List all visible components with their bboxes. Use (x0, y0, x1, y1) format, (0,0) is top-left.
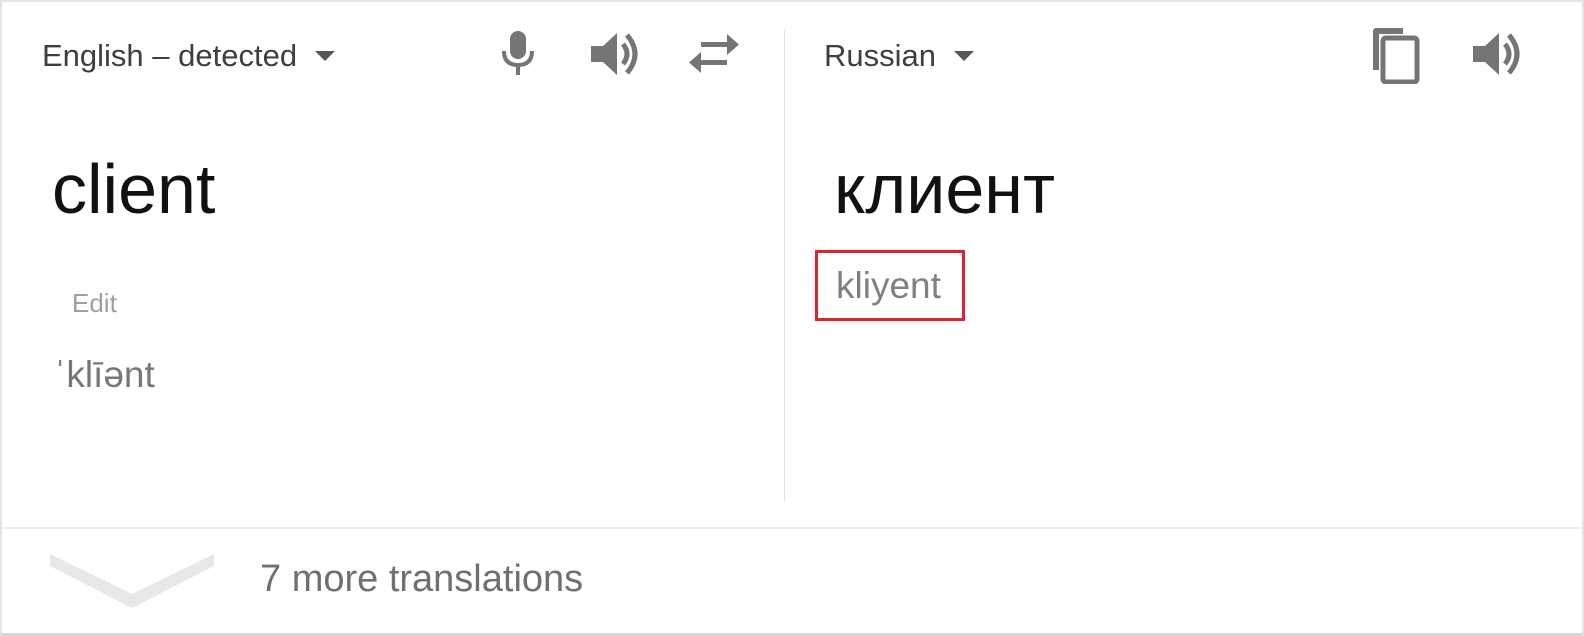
source-text[interactable]: client (52, 154, 215, 224)
microphone-icon (502, 31, 534, 75)
pane-divider (784, 30, 785, 502)
speaker-icon (1473, 33, 1520, 75)
source-language-label: English – detected (42, 38, 298, 73)
caret-down-icon (315, 51, 336, 61)
swap-languages-button[interactable] (684, 24, 744, 84)
translate-card: English – detected Russian client клиент… (0, 0, 1584, 636)
microphone-button[interactable] (488, 24, 548, 84)
more-translations-label[interactable]: 7 more translations (260, 558, 583, 601)
more-translations-button[interactable] (2, 529, 1582, 633)
source-pronunciation: ˈklīənt (54, 354, 155, 395)
source-language-select[interactable]: English – detected (42, 32, 336, 80)
speaker-icon (591, 33, 638, 75)
target-language-select[interactable]: Russian (824, 32, 974, 80)
target-transliteration: kliyent (836, 265, 941, 306)
caret-down-icon (954, 51, 974, 61)
copy-icon (1373, 28, 1420, 84)
target-listen-button[interactable] (1468, 24, 1528, 84)
chevron-down-icon[interactable] (50, 548, 214, 610)
translated-text: клиент (834, 150, 1056, 228)
edit-link[interactable]: Edit (72, 288, 117, 319)
source-listen-button[interactable] (586, 24, 646, 84)
swap-languages-icon (689, 34, 739, 73)
copy-translation-button[interactable] (1366, 24, 1426, 84)
target-language-label: Russian (824, 38, 936, 73)
